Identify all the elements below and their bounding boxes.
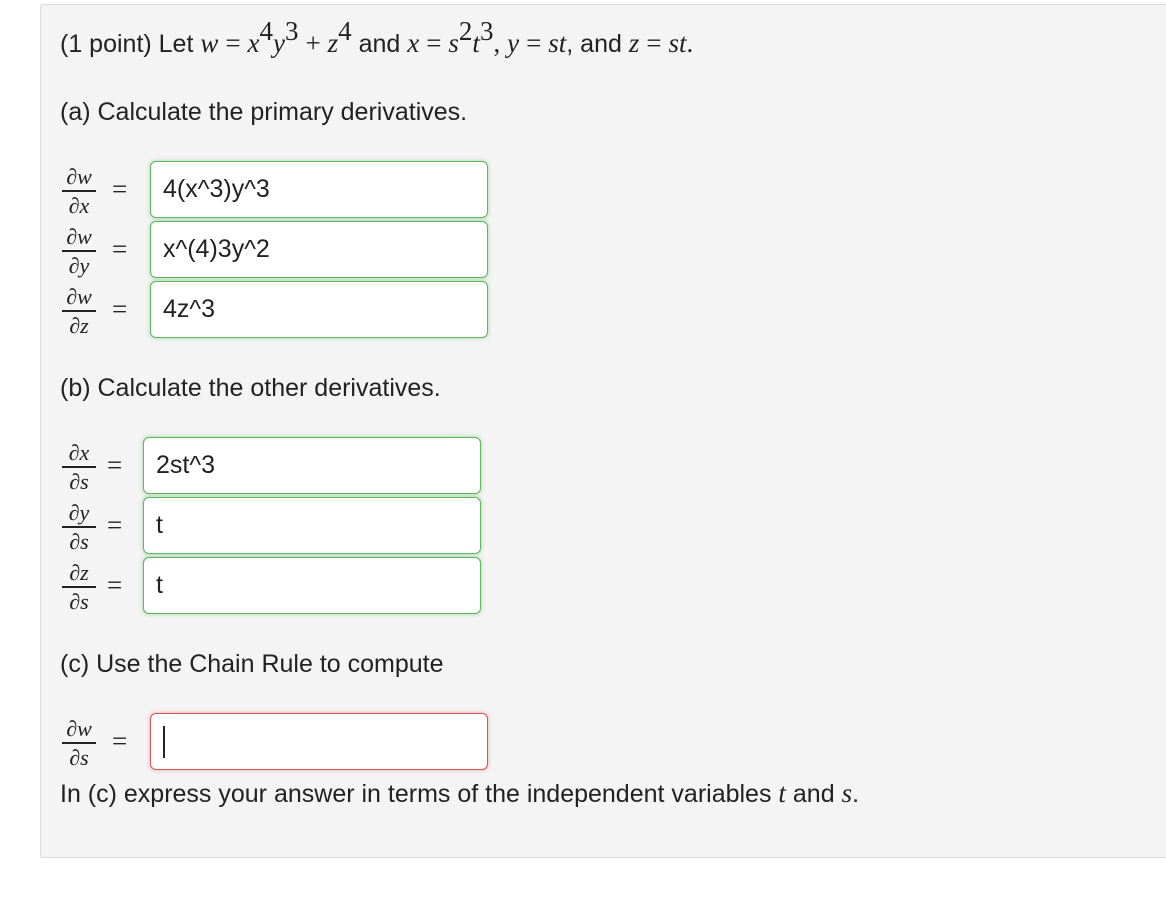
equals-sign: =	[112, 234, 128, 264]
dz-ds-fraction: ∂z ∂s	[59, 562, 99, 613]
dx-ds-fraction: ∂x ∂s	[59, 442, 99, 493]
equals-sign: =	[107, 450, 123, 480]
dy-ds-fraction: ∂y ∂s	[59, 502, 99, 553]
equals-sign: =	[107, 510, 123, 540]
equals-sign: =	[107, 570, 123, 600]
dw-ds-fraction: ∂w ∂s	[59, 718, 99, 769]
answer-dz-ds-input[interactable]: t	[143, 557, 481, 614]
part-c-note: In (c) express your answer in terms of t…	[60, 778, 860, 808]
equals-sign: =	[112, 174, 128, 204]
answer-dy-ds-input[interactable]: t	[143, 497, 481, 554]
equals-sign: =	[112, 726, 128, 756]
text-cursor	[163, 726, 165, 758]
answer-dw-ds-input[interactable]	[150, 713, 488, 770]
answer-dw-dz-input[interactable]: 4z^3	[150, 281, 488, 338]
answer-dw-dy-input[interactable]: x^(4)3y^2	[150, 221, 488, 278]
points-label: (1 point) Let	[60, 30, 194, 58]
part-b-heading: (b) Calculate the other derivatives.	[60, 374, 441, 402]
problem-statement: (1 point) Let w = x4y3 + z4 and x = s2t3…	[60, 15, 694, 58]
answer-dw-dx-input[interactable]: 4(x^3)y^3	[150, 161, 488, 218]
dw-dx-fraction: ∂w ∂x	[59, 166, 99, 217]
dw-dy-fraction: ∂w ∂y	[59, 226, 99, 277]
answer-dx-ds-input[interactable]: 2st^3	[143, 437, 481, 494]
part-a-heading: (a) Calculate the primary derivatives.	[60, 98, 468, 126]
dw-dz-fraction: ∂w ∂z	[59, 286, 99, 337]
equals-sign: =	[112, 294, 128, 324]
part-c-heading: (c) Use the Chain Rule to compute	[60, 650, 444, 678]
